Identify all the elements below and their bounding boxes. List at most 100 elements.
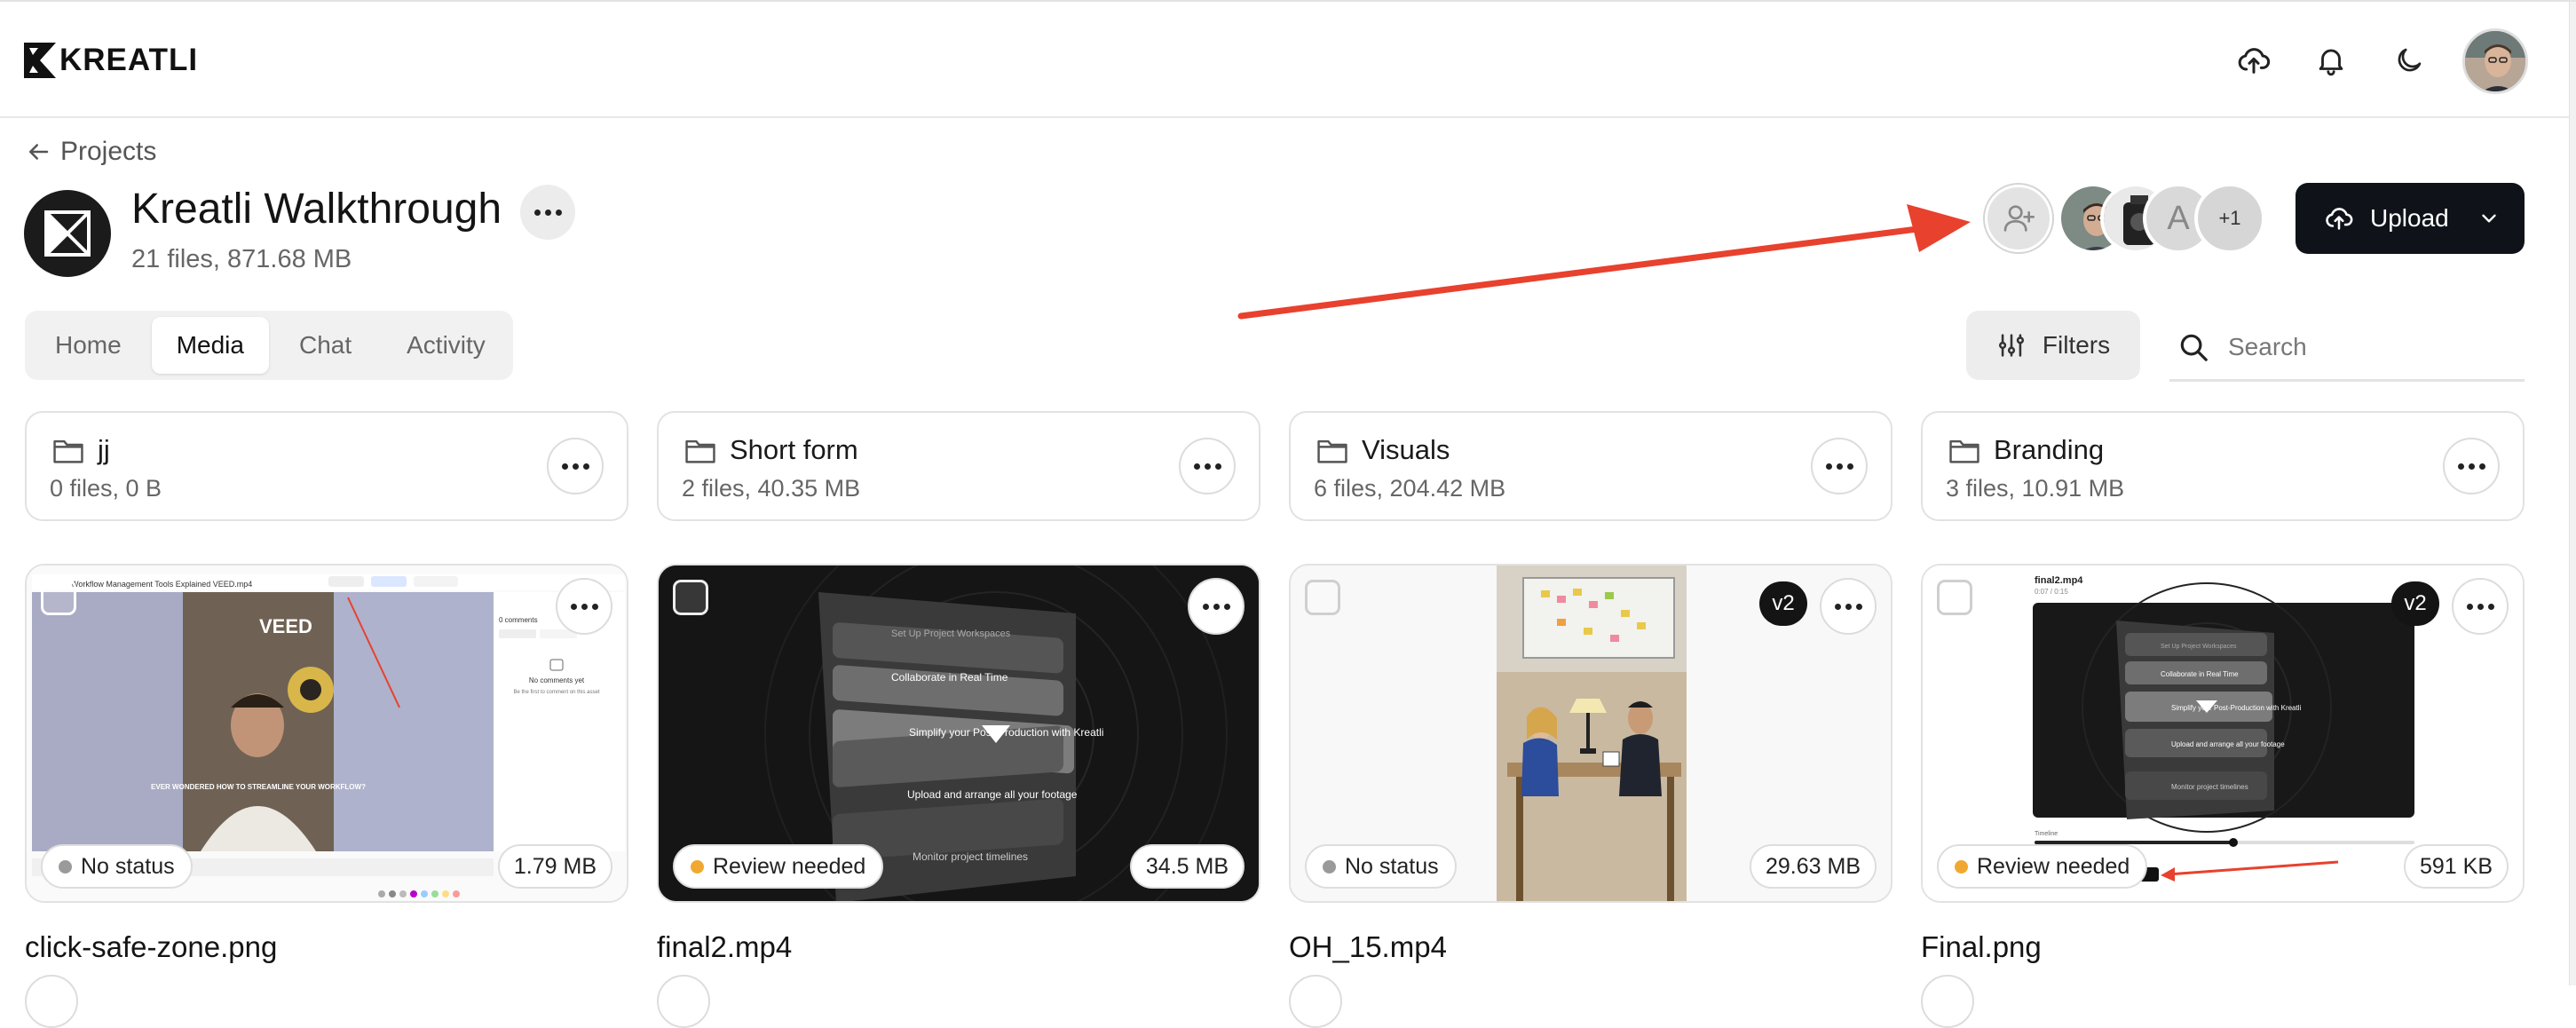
more-horizontal-icon — [1825, 463, 1853, 470]
file-size-badge: 1.79 MB — [497, 844, 612, 889]
folder-card[interactable]: Visuals 6 files, 204.42 MB — [1289, 411, 1892, 521]
folder-menu-button[interactable] — [547, 438, 604, 494]
select-checkbox[interactable] — [41, 580, 76, 615]
status-badge[interactable]: Review needed — [673, 844, 884, 889]
thumb-step: Collaborate in Real Time — [2161, 670, 2239, 678]
veed-no-comments: No comments yet — [529, 676, 585, 684]
page-title: Kreatli Walkthrough — [131, 186, 502, 233]
status-label: No status — [1345, 853, 1439, 879]
tab-activity[interactable]: Activity — [382, 317, 510, 374]
invite-member-button[interactable] — [1985, 185, 2052, 252]
file-card[interactable]: v2 No status 29.63 MB — [1289, 564, 1892, 903]
file-menu-button[interactable] — [2452, 578, 2509, 635]
page-scrollbar[interactable] — [2569, 2, 2576, 985]
upload-button[interactable]: Upload — [2295, 183, 2525, 254]
user-avatar[interactable] — [2462, 28, 2528, 94]
search-icon — [2180, 334, 2208, 361]
status-badge[interactable]: No status — [1305, 844, 1457, 889]
tab-media[interactable]: Media — [151, 317, 269, 374]
folder-name: Branding — [1994, 434, 2105, 465]
moon-icon[interactable] — [2388, 39, 2430, 82]
search-field[interactable]: Search — [2169, 314, 2525, 382]
folder-icon — [1949, 439, 1979, 463]
file-size-badge: 34.5 MB — [1129, 844, 1245, 889]
more-horizontal-icon — [1193, 463, 1221, 470]
file-name[interactable]: click-safe-zone.png — [25, 930, 277, 964]
status-dot — [59, 859, 72, 874]
file-name[interactable]: Final.png — [1921, 930, 2042, 964]
cloud-upload-icon[interactable] — [2232, 39, 2275, 82]
filters-label: Filters — [2042, 331, 2111, 359]
app-frame: KREATLI Projects Kreatli Walkthrough 21 … — [0, 0, 2576, 1028]
more-horizontal-icon — [533, 209, 562, 216]
folder-menu-button[interactable] — [1179, 438, 1236, 494]
uploader-avatar — [1921, 975, 1974, 1028]
filters-button[interactable]: Filters — [1966, 311, 2140, 380]
file-name[interactable]: final2.mp4 — [657, 930, 792, 964]
more-horizontal-icon — [2466, 603, 2494, 610]
status-label: Review needed — [1977, 853, 2130, 879]
project-logo — [24, 190, 111, 277]
thumb-step: Upload and arrange all your footage — [2171, 740, 2285, 748]
back-to-projects-link[interactable]: Projects — [25, 137, 156, 167]
more-members-badge[interactable]: +1 — [2194, 183, 2265, 254]
file-menu-button[interactable] — [1188, 578, 1245, 635]
file-menu-button[interactable] — [1820, 578, 1877, 635]
status-label: No status — [81, 853, 175, 879]
back-label: Projects — [60, 137, 157, 166]
project-menu-button[interactable] — [520, 185, 575, 240]
cloud-upload-icon — [2326, 208, 2353, 230]
folder-card[interactable]: jj 0 files, 0 B — [25, 411, 628, 521]
version-badge[interactable]: v2 — [1759, 581, 1807, 626]
folder-menu-button[interactable] — [1811, 438, 1868, 494]
thumb-step: Set Up Project Workspaces — [891, 629, 1011, 639]
thumb-step: Upload and arrange all your footage — [907, 788, 1078, 801]
select-checkbox[interactable] — [1305, 580, 1340, 615]
thumb-title: final2.mp4 — [2035, 575, 2083, 586]
uploader-avatar — [1289, 975, 1342, 1028]
folder-icon — [1317, 439, 1347, 463]
status-dot — [1323, 859, 1336, 874]
brand-logo[interactable]: KREATLI — [24, 43, 198, 78]
more-horizontal-icon — [1834, 603, 1862, 610]
file-name[interactable]: OH_15.mp4 — [1289, 930, 1447, 964]
kreatli-mark-icon — [44, 210, 91, 257]
search-input[interactable]: Search — [2228, 333, 2307, 361]
folder-meta: 2 files, 40.35 MB — [682, 475, 861, 502]
veed-caption: EVER WONDERED HOW TO STREAMLINE YOUR WOR… — [151, 783, 366, 791]
tab-chat[interactable]: Chat — [274, 317, 376, 374]
select-checkbox[interactable] — [1937, 580, 1972, 615]
folder-meta: 3 files, 10.91 MB — [1946, 475, 2125, 502]
folder-name: Visuals — [1362, 434, 1450, 465]
bell-icon[interactable] — [2310, 39, 2352, 82]
sliders-icon — [1998, 334, 2024, 357]
version-badge[interactable]: v2 — [2391, 581, 2439, 626]
folder-card[interactable]: Branding 3 files, 10.91 MB — [1921, 411, 2525, 521]
more-horizontal-icon — [570, 603, 598, 610]
select-checkbox[interactable] — [673, 580, 708, 615]
thumb-step: Simplify your Post-Production with Kreat… — [2171, 704, 2302, 712]
add-user-icon — [2003, 205, 2035, 232]
kreatli-logo-icon — [24, 43, 56, 78]
veed-logo: VEED — [259, 615, 312, 637]
more-horizontal-icon — [561, 463, 589, 470]
folder-name: Short form — [730, 434, 858, 465]
folder-menu-button[interactable] — [2443, 438, 2500, 494]
file-card[interactable]: final2.mp4 0:07 / 0:15 Set Up Project Wo… — [1921, 564, 2525, 903]
folder-card[interactable]: Short form 2 files, 40.35 MB — [657, 411, 1260, 521]
top-bar: KREATLI — [0, 2, 2569, 118]
file-card[interactable]: Workflow Management Tools Explained VEED… — [25, 564, 628, 903]
file-card[interactable]: Set Up Project Workspaces Collaborate in… — [657, 564, 1260, 903]
folder-icon — [685, 439, 715, 463]
chevron-down-icon[interactable] — [2477, 207, 2501, 230]
status-badge[interactable]: Review needed — [1937, 844, 2148, 889]
project-meta: 21 files, 871.68 MB — [131, 245, 352, 273]
file-menu-button[interactable] — [556, 578, 612, 635]
thumb-step: Monitor project timelines — [2171, 783, 2248, 791]
upload-label: Upload — [2370, 204, 2449, 232]
more-horizontal-icon — [1202, 603, 1230, 610]
status-badge[interactable]: No status — [41, 844, 193, 889]
project-tabs: Home Media Chat Activity — [25, 311, 513, 380]
status-dot — [691, 859, 704, 874]
tab-home[interactable]: Home — [30, 317, 146, 374]
